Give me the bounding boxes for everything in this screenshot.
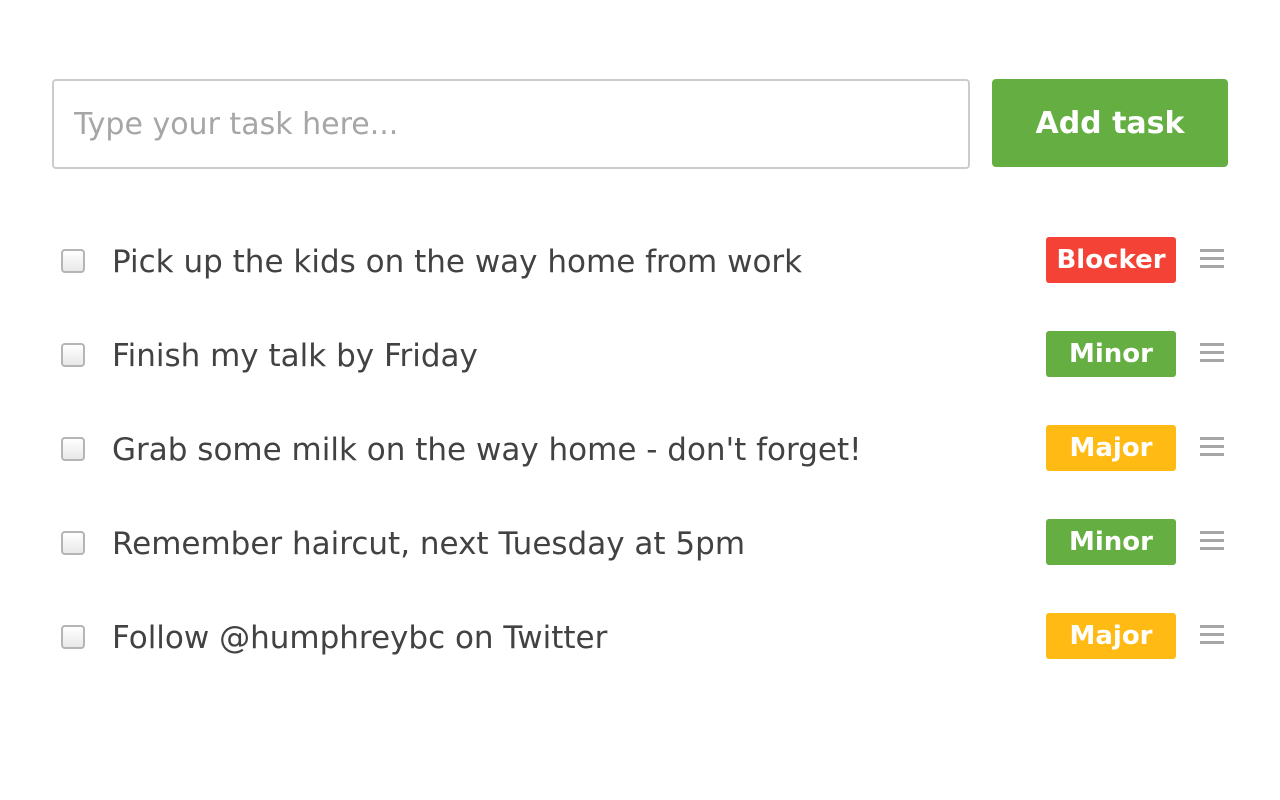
task-checkbox[interactable] (61, 249, 85, 273)
task-row: Follow @humphreybc on Twitter Major (52, 591, 1228, 685)
task-row: Remember haircut, next Tuesday at 5pm Mi… (52, 497, 1228, 591)
task-text: Grab some milk on the way home - don't f… (112, 432, 862, 468)
task-checkbox[interactable] (61, 343, 85, 367)
add-task-button[interactable]: Add task (992, 79, 1228, 167)
drag-handle-icon[interactable] (1200, 437, 1224, 457)
task-row: Grab some milk on the way home - don't f… (52, 403, 1228, 497)
task-row: Pick up the kids on the way home from wo… (52, 215, 1228, 309)
priority-badge[interactable]: Major (1046, 425, 1176, 471)
task-input[interactable] (52, 79, 970, 169)
priority-badge[interactable]: Minor (1046, 519, 1176, 565)
task-text: Pick up the kids on the way home from wo… (112, 244, 803, 280)
todo-app: Add task Pick up the kids on the way hom… (0, 0, 1280, 800)
priority-badge[interactable]: Major (1046, 613, 1176, 659)
task-checkbox[interactable] (61, 625, 85, 649)
task-checkbox[interactable] (61, 531, 85, 555)
drag-handle-icon[interactable] (1200, 531, 1224, 551)
add-task-form: Add task (52, 79, 1228, 169)
drag-handle-icon[interactable] (1200, 249, 1224, 269)
drag-handle-icon[interactable] (1200, 625, 1224, 645)
task-text: Follow @humphreybc on Twitter (112, 620, 608, 656)
task-text: Remember haircut, next Tuesday at 5pm (112, 526, 746, 562)
task-text: Finish my talk by Friday (112, 338, 478, 374)
priority-badge[interactable]: Blocker (1046, 237, 1176, 283)
task-checkbox[interactable] (61, 437, 85, 461)
drag-handle-icon[interactable] (1200, 343, 1224, 363)
task-row: Finish my talk by Friday Minor (52, 309, 1228, 403)
task-list: Pick up the kids on the way home from wo… (52, 215, 1228, 685)
priority-badge[interactable]: Minor (1046, 331, 1176, 377)
